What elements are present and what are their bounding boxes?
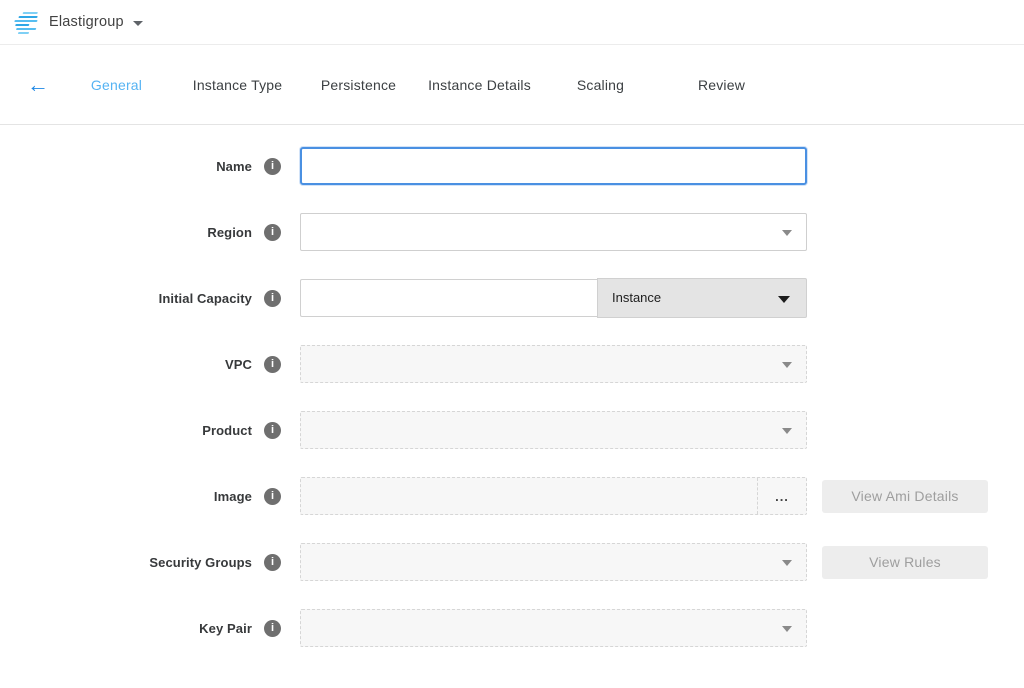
chevron-down-icon — [782, 560, 792, 566]
tab-scaling[interactable]: Scaling — [540, 77, 661, 93]
security-groups-label: Security Groups — [149, 555, 252, 570]
security-groups-info-icon[interactable]: i — [264, 554, 281, 571]
form-row-vpc: VPC i — [0, 345, 1024, 383]
form-row-image: Image i ... View Ami Details — [0, 477, 1024, 515]
key-pair-select-disabled — [300, 609, 807, 647]
region-info-icon[interactable]: i — [264, 224, 281, 241]
app-title: Elastigroup — [49, 14, 124, 30]
name-input[interactable] — [300, 147, 807, 185]
wizard-tabs: General Instance Type Persistence Instan… — [56, 77, 782, 93]
app-switcher[interactable]: Elastigroup — [14, 11, 143, 34]
product-label: Product — [202, 423, 252, 438]
back-arrow-icon[interactable]: ← — [20, 72, 56, 98]
key-pair-info-icon[interactable]: i — [264, 620, 281, 637]
form-row-product: Product i — [0, 411, 1024, 449]
form-row-key-pair: Key Pair i — [0, 609, 1024, 647]
general-settings-form: Name i Region i Initial Capacity i Insta… — [0, 125, 1024, 647]
chevron-down-icon — [133, 21, 143, 26]
chevron-down-icon — [782, 626, 792, 632]
name-info-icon[interactable]: i — [264, 158, 281, 175]
image-info-icon[interactable]: i — [264, 488, 281, 505]
chevron-down-icon — [782, 362, 792, 368]
vpc-select-disabled — [300, 345, 807, 383]
view-ami-details-button[interactable]: View Ami Details — [822, 480, 988, 513]
vpc-label: VPC — [225, 357, 252, 372]
tab-instance-details[interactable]: Instance Details — [419, 77, 540, 93]
image-label: Image — [214, 489, 252, 504]
chevron-down-icon — [782, 230, 792, 236]
product-info-icon[interactable]: i — [264, 422, 281, 439]
vpc-info-icon[interactable]: i — [264, 356, 281, 373]
security-groups-select-disabled — [300, 543, 807, 581]
image-input-disabled: ... — [300, 477, 807, 515]
initial-capacity-input[interactable] — [300, 279, 597, 317]
region-label: Region — [207, 225, 252, 240]
form-row-security-groups: Security Groups i View Rules — [0, 543, 1024, 581]
chevron-down-icon — [778, 296, 790, 303]
initial-capacity-info-icon[interactable]: i — [264, 290, 281, 307]
product-select-disabled — [300, 411, 807, 449]
view-rules-button[interactable]: View Rules — [822, 546, 988, 579]
name-label: Name — [216, 159, 252, 174]
wizard-navbar: ← General Instance Type Persistence Inst… — [0, 45, 1024, 125]
image-browse-button[interactable]: ... — [757, 478, 806, 514]
chevron-down-icon — [782, 428, 792, 434]
top-app-bar: Elastigroup — [0, 0, 1024, 45]
tab-review[interactable]: Review — [661, 77, 782, 93]
elastigroup-logo-icon — [11, 11, 42, 34]
key-pair-label: Key Pair — [199, 621, 252, 636]
tab-instance-type[interactable]: Instance Type — [177, 77, 298, 93]
tab-persistence[interactable]: Persistence — [298, 77, 419, 93]
initial-capacity-label: Initial Capacity — [159, 291, 252, 306]
capacity-unit-value: Instance — [612, 290, 661, 305]
form-row-name: Name i — [0, 147, 1024, 185]
capacity-unit-select[interactable]: Instance — [597, 278, 807, 318]
form-row-initial-capacity: Initial Capacity i Instance — [0, 279, 1024, 317]
region-select[interactable] — [300, 213, 807, 251]
form-row-region: Region i — [0, 213, 1024, 251]
tab-general[interactable]: General — [56, 77, 177, 93]
